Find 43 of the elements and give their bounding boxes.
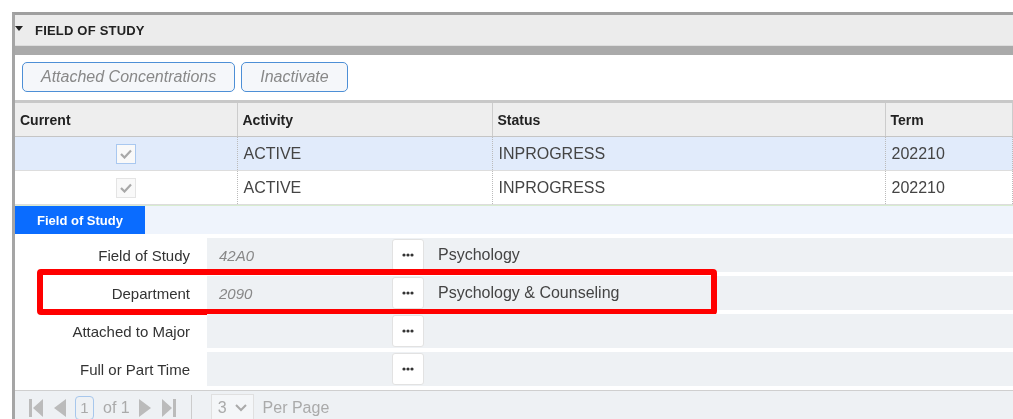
table-row[interactable]: ACTIVE INPROGRESS 202210 <box>15 136 1013 171</box>
lookup-button[interactable] <box>392 315 424 347</box>
next-page-icon[interactable] <box>138 398 153 417</box>
lookup-button[interactable] <box>392 277 424 309</box>
field-label: Field of Study <box>97 245 191 266</box>
table-row[interactable]: ACTIVE INPROGRESS 202210 <box>15 170 1013 205</box>
chevron-down-icon <box>234 403 247 412</box>
more-icon <box>402 367 414 371</box>
description-text: Psychology <box>437 246 520 264</box>
more-icon <box>402 329 414 333</box>
column-header: Current <box>15 103 237 137</box>
table-cell: 202210 <box>885 136 1013 171</box>
code-value: 2090 <box>218 284 254 302</box>
checkbox[interactable] <box>115 177 136 198</box>
lookup-button[interactable] <box>392 353 424 385</box>
more-icon <box>402 253 414 257</box>
lookup-button[interactable] <box>392 239 424 271</box>
first-page-icon[interactable] <box>29 398 43 417</box>
table-cell: ACTIVE <box>237 170 492 205</box>
table-cell: INPROGRESS <box>492 136 885 171</box>
column-header: Term <box>885 103 1013 137</box>
section-title: FIELD OF STUDY <box>35 22 145 38</box>
field-label: Department <box>110 283 191 304</box>
per-page-select[interactable]: 3 <box>210 393 254 419</box>
page-count: of 1 <box>103 398 130 417</box>
checkbox[interactable] <box>115 143 136 164</box>
description-text: Psychology & Counseling <box>437 284 620 302</box>
previous-page-icon[interactable] <box>52 398 66 417</box>
column-header: Status <box>492 103 885 137</box>
field-label: Full or Part Time <box>78 359 191 380</box>
tab[interactable]: Field of Study <box>15 206 145 234</box>
per-page-label: Per Page <box>262 398 330 417</box>
field-label: Attached to Major <box>71 321 191 342</box>
more-icon <box>402 291 414 295</box>
page-field[interactable]: 1 <box>75 395 94 419</box>
table-cell: ACTIVE <box>237 136 492 171</box>
last-page-icon[interactable] <box>161 398 176 417</box>
check-icon <box>119 182 132 193</box>
column-header: Activity <box>237 103 492 137</box>
table-cell: 202210 <box>885 170 1013 205</box>
code-value: 42A0 <box>218 246 256 264</box>
check-icon <box>119 148 132 159</box>
table-cell: INPROGRESS <box>492 170 885 205</box>
